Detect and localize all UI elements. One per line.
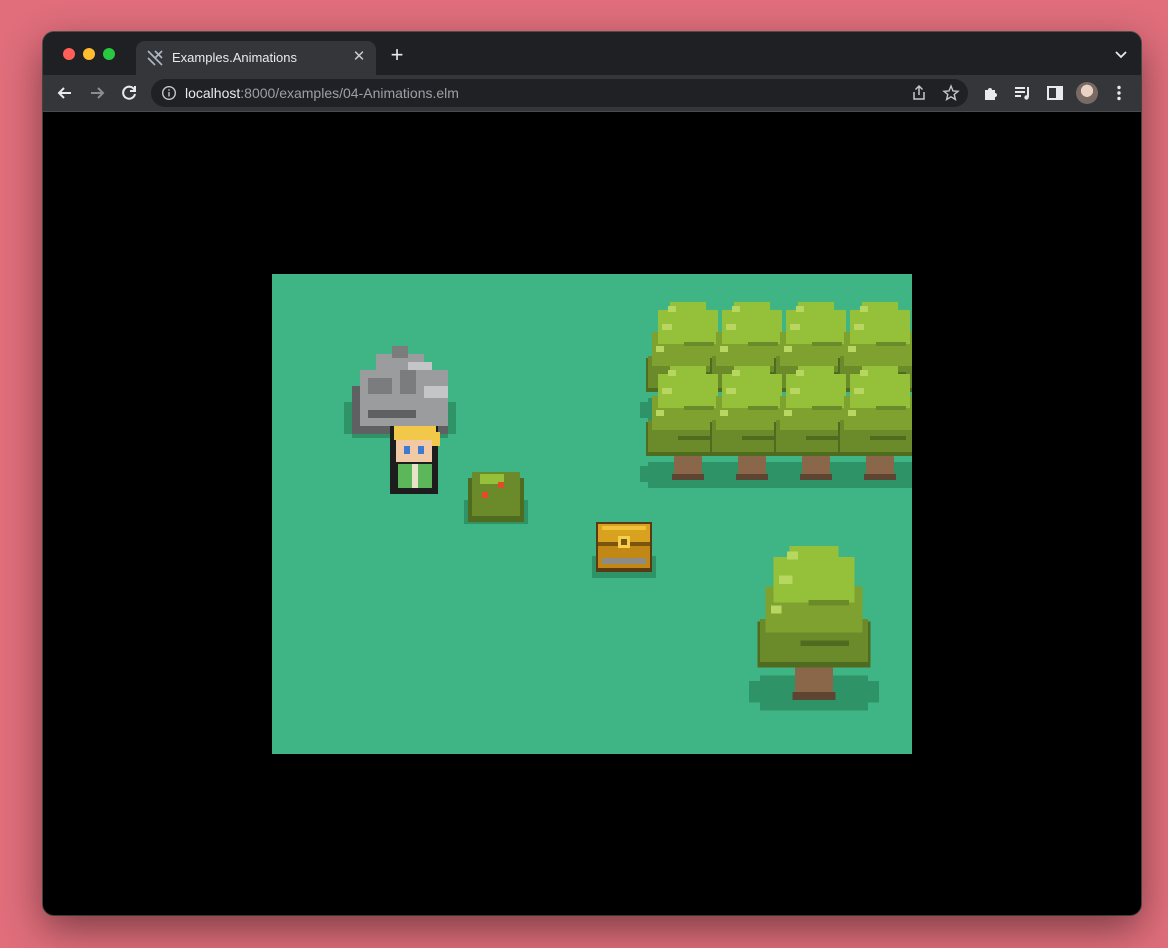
reload-icon[interactable]	[119, 83, 139, 103]
page-content	[43, 112, 1141, 915]
forward-arrow-icon[interactable]	[87, 83, 107, 103]
elm-tangram-icon	[147, 50, 163, 66]
info-icon[interactable]	[161, 85, 177, 101]
minimize-window-button[interactable]	[83, 48, 95, 60]
close-window-button[interactable]	[63, 48, 75, 60]
media-queue-icon[interactable]	[1013, 83, 1033, 103]
back-arrow-icon[interactable]	[55, 83, 75, 103]
treasure-chest[interactable]	[592, 522, 656, 578]
browser-window: Examples.Animations ✕ + localhost:8000/e…	[43, 32, 1141, 915]
zoom-window-button[interactable]	[103, 48, 115, 60]
tab-close-button[interactable]: ✕	[350, 48, 368, 66]
puzzle-icon[interactable]	[981, 83, 1001, 103]
kebab-menu-icon[interactable]	[1109, 83, 1129, 103]
game-canvas[interactable]	[272, 274, 912, 754]
url-text: localhost:8000/examples/04-Animations.el…	[185, 85, 459, 101]
tab-examples-animations[interactable]: Examples.Animations ✕	[136, 41, 376, 75]
avatar[interactable]	[1076, 82, 1098, 104]
player[interactable]	[390, 426, 440, 494]
url-host: localhost	[185, 85, 241, 101]
url-path: :8000/examples/04-Animations.elm	[240, 85, 459, 101]
share-icon[interactable]	[910, 84, 928, 102]
bush	[464, 472, 528, 524]
new-tab-button[interactable]: +	[387, 44, 407, 66]
star-icon[interactable]	[942, 84, 960, 102]
toolbar: localhost:8000/examples/04-Animations.el…	[43, 75, 1141, 112]
address-bar[interactable]: localhost:8000/examples/04-Animations.el…	[151, 79, 968, 107]
tab-search-chevron-icon[interactable]	[1113, 46, 1129, 62]
tab-title: Examples.Animations	[172, 50, 297, 65]
tab-bar: Examples.Animations ✕ +	[43, 32, 1141, 75]
side-panel-icon[interactable]	[1045, 83, 1065, 103]
